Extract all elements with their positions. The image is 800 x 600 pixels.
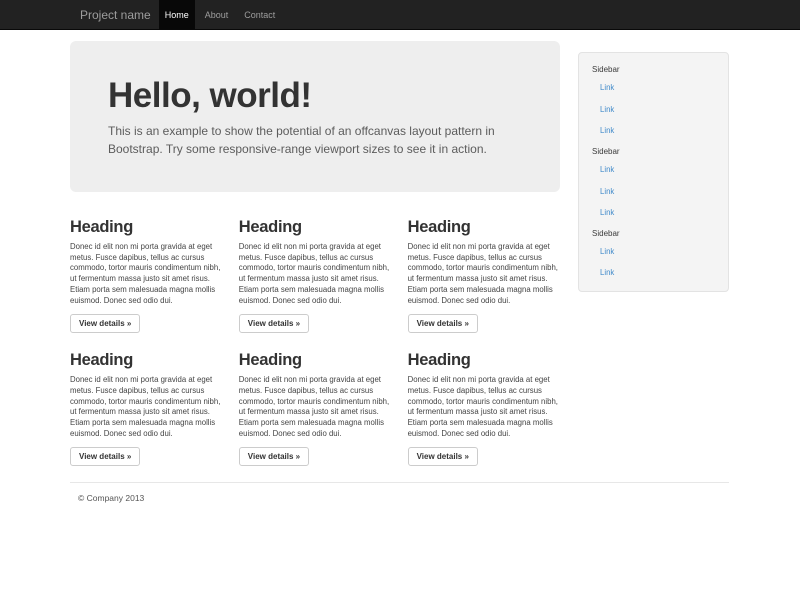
footer-divider bbox=[70, 482, 729, 483]
sidebar-heading: Sidebar bbox=[579, 228, 728, 239]
sidebar-group-1: Sidebar Link Link Link bbox=[579, 64, 728, 142]
sidebar-group-3: Sidebar Link Link bbox=[579, 228, 728, 284]
card-heading: Heading bbox=[408, 351, 561, 369]
navbar: Project name Home About Contact bbox=[0, 0, 800, 30]
card-heading: Heading bbox=[239, 351, 392, 369]
page-title: Hello, world! bbox=[108, 76, 523, 115]
sidebar-link[interactable]: Link bbox=[579, 120, 728, 142]
jumbotron: Hello, world! This is an example to show… bbox=[70, 41, 560, 192]
copyright-text: © Company 2013 bbox=[78, 493, 729, 503]
card-body: Donec id elit non mi porta gravida at eg… bbox=[239, 242, 392, 306]
view-details-button[interactable]: View details » bbox=[70, 447, 140, 466]
sidebar-link[interactable]: Link bbox=[579, 241, 728, 263]
card-heading: Heading bbox=[408, 218, 561, 236]
view-details-button[interactable]: View details » bbox=[70, 314, 140, 333]
view-details-button[interactable]: View details » bbox=[239, 314, 309, 333]
nav-item-about[interactable]: About bbox=[199, 0, 235, 29]
card-row-1: Heading Donec id elit non mi porta gravi… bbox=[70, 218, 578, 333]
sidebar-link[interactable]: Link bbox=[579, 202, 728, 224]
view-details-button[interactable]: View details » bbox=[239, 447, 309, 466]
card-heading: Heading bbox=[239, 218, 392, 236]
navbar-menu: Home About Contact bbox=[159, 0, 286, 29]
navbar-brand[interactable]: Project name bbox=[80, 0, 151, 29]
card: Heading Donec id elit non mi porta gravi… bbox=[70, 218, 223, 333]
view-details-button[interactable]: View details » bbox=[408, 447, 478, 466]
sidebar-link[interactable]: Link bbox=[579, 180, 728, 202]
main-content: Hello, world! This is an example to show… bbox=[70, 41, 578, 466]
nav-item-contact[interactable]: Contact bbox=[238, 0, 281, 29]
view-details-button[interactable]: View details » bbox=[408, 314, 478, 333]
card-heading: Heading bbox=[70, 351, 223, 369]
sidebar-link[interactable]: Link bbox=[579, 262, 728, 284]
card: Heading Donec id elit non mi porta gravi… bbox=[239, 351, 392, 466]
sidebar-link[interactable]: Link bbox=[579, 159, 728, 181]
sidebar-heading: Sidebar bbox=[579, 146, 728, 157]
card-body: Donec id elit non mi porta gravida at eg… bbox=[70, 375, 223, 439]
sidebar: Sidebar Link Link Link Sidebar Link Link… bbox=[578, 52, 729, 292]
footer: © Company 2013 bbox=[70, 482, 729, 503]
sidebar-link[interactable]: Link bbox=[579, 77, 728, 99]
card-body: Donec id elit non mi porta gravida at eg… bbox=[70, 242, 223, 306]
jumbotron-description: This is an example to show the potential… bbox=[108, 123, 523, 158]
card-body: Donec id elit non mi porta gravida at eg… bbox=[408, 242, 561, 306]
sidebar-heading: Sidebar bbox=[579, 64, 728, 75]
card-body: Donec id elit non mi porta gravida at eg… bbox=[408, 375, 561, 439]
card: Heading Donec id elit non mi porta gravi… bbox=[239, 218, 392, 333]
sidebar-group-2: Sidebar Link Link Link bbox=[579, 146, 728, 224]
page-container: Hello, world! This is an example to show… bbox=[0, 41, 800, 503]
card-body: Donec id elit non mi porta gravida at eg… bbox=[239, 375, 392, 439]
card: Heading Donec id elit non mi porta gravi… bbox=[70, 351, 223, 466]
sidebar-link[interactable]: Link bbox=[579, 99, 728, 121]
card: Heading Donec id elit non mi porta gravi… bbox=[408, 351, 561, 466]
nav-item-home[interactable]: Home bbox=[159, 0, 195, 29]
card-heading: Heading bbox=[70, 218, 223, 236]
card: Heading Donec id elit non mi porta gravi… bbox=[408, 218, 561, 333]
card-row-2: Heading Donec id elit non mi porta gravi… bbox=[70, 351, 578, 466]
